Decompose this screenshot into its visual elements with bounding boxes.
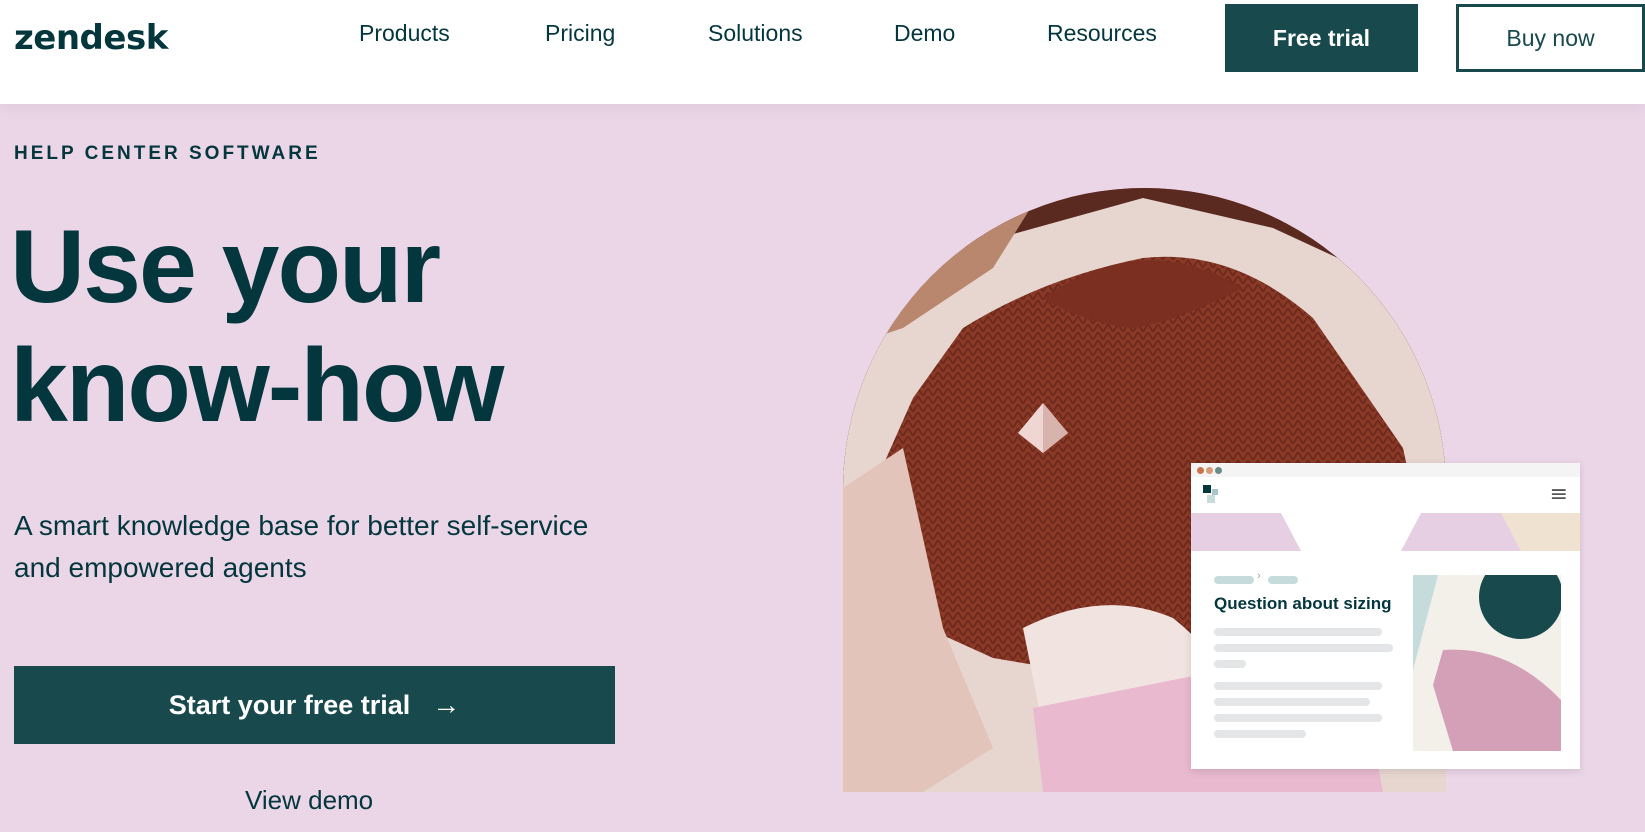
card-article-image [1413,575,1561,751]
buy-now-button[interactable]: Buy now [1456,4,1645,72]
subhead-line-1: A smart knowledge base for better self-s… [14,510,589,541]
hero-subhead: A smart knowledge base for better self-s… [14,505,714,589]
text-placeholder-line [1214,698,1370,706]
nav-demo[interactable]: Demo [894,20,955,47]
view-demo-link[interactable]: View demo [245,785,373,816]
card-navbar: ≡ [1191,477,1580,513]
zendesk-logo[interactable]: zendesk [14,18,168,58]
site-header: zendesk Products Pricing Solutions Demo … [0,0,1645,104]
headline-line-1: Use your [10,209,441,325]
nav-resources[interactable]: Resources [1047,20,1157,47]
start-free-trial-button[interactable]: Start your free trial → [14,666,615,744]
help-center-card: ≡ › Question about sizing [1191,463,1580,769]
text-placeholder-line [1214,644,1393,652]
hamburger-menu-icon[interactable]: ≡ [1550,482,1568,507]
nav-products[interactable]: Products [359,20,450,47]
hero-eyebrow: HELP CENTER SOFTWARE [14,143,321,164]
window-dot-icon [1215,467,1222,474]
window-dot-icon [1206,467,1213,474]
nav-solutions[interactable]: Solutions [708,20,803,47]
card-article-title: Question about sizing [1214,594,1392,613]
text-placeholder-line [1214,682,1382,690]
breadcrumb [1268,576,1298,584]
abstract-shapes-illustration [1413,575,1561,751]
headline-line-2: know-how [10,328,504,444]
breadcrumb [1214,576,1254,584]
text-placeholder-line [1214,628,1382,636]
window-dot-icon [1197,467,1204,474]
hero-headline: Use your know-how [10,208,710,446]
card-window-bar [1191,463,1580,477]
text-placeholder-line [1214,714,1382,722]
breadcrumb-separator-icon: › [1257,570,1261,582]
start-free-trial-label: Start your free trial [168,689,411,720]
card-hero-band [1191,513,1580,551]
text-placeholder-line [1214,660,1246,668]
arrow-right-icon: → [432,689,461,720]
text-placeholder-line [1214,730,1306,738]
card-band-shapes [1191,513,1580,551]
free-trial-button[interactable]: Free trial [1225,4,1418,72]
subhead-line-2: and empowered agents [14,552,307,583]
nav-pricing[interactable]: Pricing [545,20,615,47]
site-logo-icon [1203,485,1218,503]
